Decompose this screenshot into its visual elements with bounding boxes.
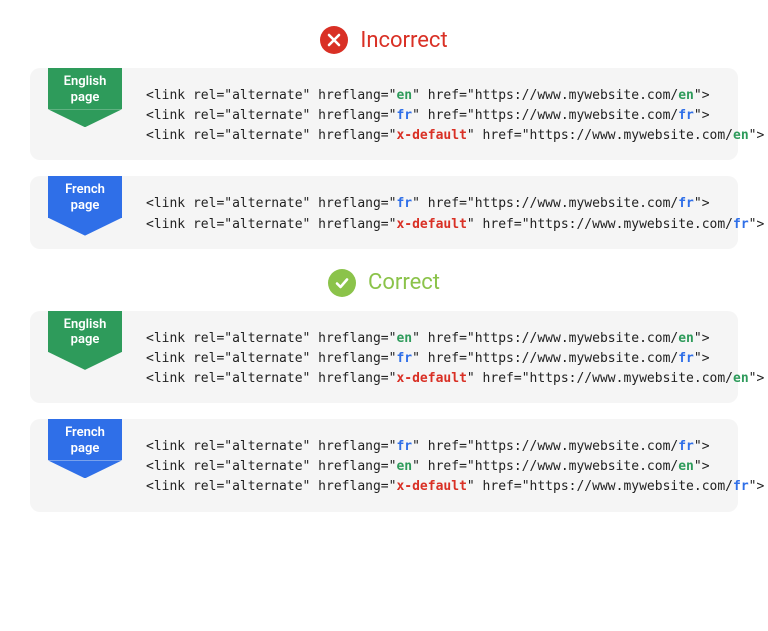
code-line: <link rel="alternate" hreflang="en" href… xyxy=(146,329,764,349)
card-correct-english: English page <link rel="alternate" hrefl… xyxy=(30,311,738,403)
ribbon-label: page xyxy=(52,198,118,214)
code-line: <link rel="alternate" hreflang="fr" href… xyxy=(146,194,764,214)
check-icon xyxy=(328,269,356,297)
code-line: <link rel="alternate" hreflang="en" href… xyxy=(146,457,764,477)
ribbon-label: French xyxy=(52,182,118,198)
section-title-incorrect: Incorrect xyxy=(360,28,447,53)
ribbon-label: page xyxy=(52,332,118,348)
ribbon-label: English xyxy=(52,317,118,333)
code-block: <link rel="alternate" hreflang="en" href… xyxy=(146,82,764,146)
ribbon-french: French page xyxy=(48,419,122,460)
ribbon-label: page xyxy=(52,90,118,106)
card-correct-french: French page <link rel="alternate" hrefla… xyxy=(30,419,738,511)
code-block: <link rel="alternate" hreflang="fr" href… xyxy=(146,190,764,234)
section-header-incorrect: Incorrect xyxy=(30,26,738,54)
code-line: <link rel="alternate" hreflang="x-defaul… xyxy=(146,215,764,235)
card-incorrect-english: English page <link rel="alternate" hrefl… xyxy=(30,68,738,160)
code-line: <link rel="alternate" hreflang="en" href… xyxy=(146,86,764,106)
section-header-correct: Correct xyxy=(30,269,738,297)
code-line: <link rel="alternate" hreflang="fr" href… xyxy=(146,106,764,126)
card-incorrect-french: French page <link rel="alternate" hrefla… xyxy=(30,176,738,248)
ribbon-english: English page xyxy=(48,68,122,109)
code-line: <link rel="alternate" hreflang="x-defaul… xyxy=(146,369,764,389)
ribbon-label: page xyxy=(52,441,118,457)
cross-icon xyxy=(320,26,348,54)
code-block: <link rel="alternate" hreflang="en" href… xyxy=(146,325,764,389)
code-line: <link rel="alternate" hreflang="fr" href… xyxy=(146,349,764,369)
code-line: <link rel="alternate" hreflang="x-defaul… xyxy=(146,126,764,146)
section-title-correct: Correct xyxy=(368,270,440,295)
code-line: <link rel="alternate" hreflang="x-defaul… xyxy=(146,477,764,497)
code-line: <link rel="alternate" hreflang="fr" href… xyxy=(146,437,764,457)
ribbon-label: English xyxy=(52,74,118,90)
ribbon-english: English page xyxy=(48,311,122,352)
code-block: <link rel="alternate" hreflang="fr" href… xyxy=(146,433,764,497)
ribbon-french: French page xyxy=(48,176,122,217)
ribbon-label: French xyxy=(52,425,118,441)
